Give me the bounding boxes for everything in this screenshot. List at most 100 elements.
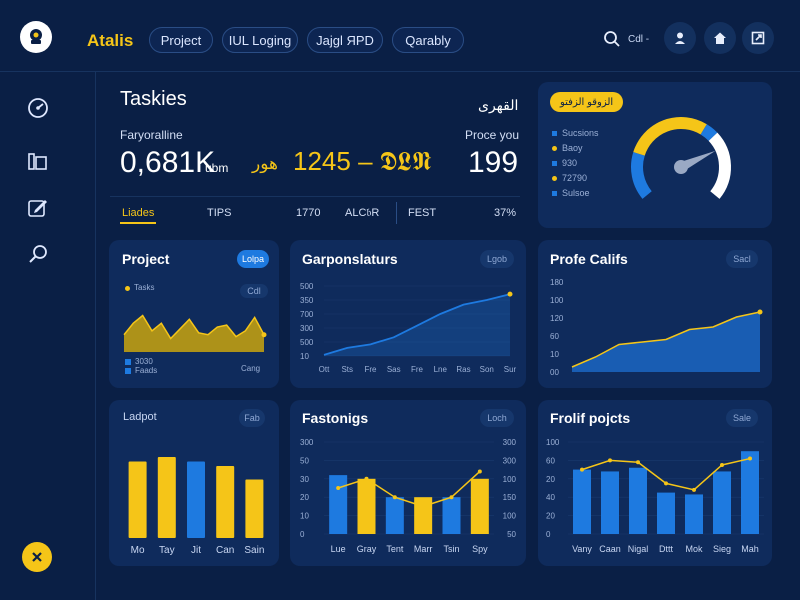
project-series-label: Tasks — [134, 283, 155, 292]
profe-ytick: 120 — [550, 314, 564, 323]
frolif-bar — [629, 467, 647, 534]
garp-xtick: Ott — [319, 365, 330, 374]
user-icon[interactable] — [664, 22, 696, 54]
nav-jajgl[interactable]: Jajgl ЯPD — [307, 27, 383, 53]
nav-qarably[interactable]: Qarably — [392, 27, 464, 53]
lapot-bar — [187, 461, 205, 538]
metric1-label: Faryoralline — [120, 128, 183, 142]
fast-ytick-right: 150 — [503, 493, 517, 502]
footer-tab-tips[interactable]: TIPS — [207, 207, 231, 219]
lapot-card-chip[interactable]: Fab — [239, 409, 265, 427]
fastonigs-card-title: Fastonigs — [302, 410, 369, 426]
footer-tab-active[interactable]: Liades — [122, 207, 154, 219]
lapot-bar — [128, 461, 147, 538]
gauge-legend-swatch — [552, 176, 557, 181]
dashboard-icon[interactable] — [24, 94, 52, 122]
app-name: Atalis — [87, 31, 134, 50]
frolif-xtick: Nigal — [628, 544, 649, 554]
garp-ytick: 10 — [300, 352, 309, 361]
summary-divider — [110, 196, 520, 197]
fast-xtick: Gray — [357, 544, 377, 554]
frolif-line-point — [608, 458, 612, 463]
close-icon — [32, 552, 42, 562]
frolif-xtick: Mok — [685, 544, 703, 554]
garp-xtick: Sur — [504, 365, 517, 374]
project-card: Project Lolpa Tasks Cdl 3030 Faads Cang — [109, 240, 279, 388]
gauge-legend-label: Sulsoe — [562, 188, 590, 198]
fast-xtick: Lue — [331, 544, 346, 554]
fastonigs-card: Fastonigs Loch 300 300 50 300 30 100 20 150 10 10… — [290, 400, 526, 566]
gauge-tag[interactable]: الزوقو الزفتو — [550, 92, 624, 112]
footer-tab-fest[interactable]: FEST — [408, 207, 436, 219]
project-legend-swatch-2 — [125, 368, 131, 374]
garp-xtick: Fre — [365, 365, 378, 374]
project-series-dot — [125, 286, 130, 291]
garp-line-chart: 500 350 700 300 500 10 Ott Sts Fre Sas Fre Lne Ras So… — [300, 282, 517, 374]
gauge-legend-swatch — [552, 131, 557, 136]
garp-card-chip[interactable]: Lgob — [480, 250, 514, 268]
search-sidebar-icon[interactable] — [24, 240, 52, 268]
project-card-title: Project — [122, 251, 170, 267]
garp-card: Garponslaturs Lgob 500 350 700 300 500 10 Ott S… — [290, 240, 526, 388]
fast-ytick: 50 — [300, 456, 309, 465]
fast-ytick: 10 — [300, 512, 309, 521]
frolif-bar — [601, 471, 619, 534]
garp-ytick: 700 — [300, 310, 314, 319]
footer-percent: 37% — [494, 207, 517, 219]
profe-card-chip[interactable]: Sacl — [726, 250, 758, 268]
fast-line-point — [336, 486, 341, 490]
metric3-value: 199 — [468, 146, 519, 179]
reports-icon[interactable] — [24, 147, 52, 175]
edit-icon[interactable] — [24, 194, 52, 222]
garp-ytick: 500 — [300, 282, 314, 291]
fast-ytick-right: 50 — [507, 530, 516, 539]
search-label[interactable]: Cdl - — [628, 34, 649, 45]
lapot-xtick: Tay — [159, 545, 175, 556]
footer-tab-alcr[interactable]: ALC𝔟R — [345, 207, 379, 220]
profe-ytick: 100 — [550, 296, 564, 305]
fast-xtick: Tent — [386, 544, 404, 554]
frolif-bar — [685, 494, 703, 534]
frolif-line-point — [692, 487, 696, 492]
nav-project[interactable]: Project — [149, 27, 213, 53]
project-legend-2: Faads — [135, 366, 158, 375]
home-icon[interactable] — [704, 22, 736, 54]
fastonigs-combo-chart: 300 300 50 300 30 100 20 150 10 100 0 50 Lue Gray Tent… — [300, 438, 517, 554]
frolif-xtick: Caan — [599, 544, 621, 554]
project-card-chip[interactable]: Lolpa — [237, 250, 269, 268]
gauge-legend-label: Sucsions — [562, 128, 599, 138]
frolif-xtick: Vany — [572, 544, 592, 554]
gauge-legend-label: 930 — [562, 158, 578, 168]
gauge-arc-blue — [631, 152, 652, 199]
profe-end-point — [757, 309, 763, 315]
frolif-card: Frolif pojcts Sale 100 60 20 40 20 0 Vany Caan N… — [538, 400, 772, 566]
logo-icon — [30, 29, 42, 44]
frolif-bar — [713, 471, 731, 534]
fast-line-point — [421, 504, 426, 509]
metric2-value: 1245 – 𝕯𝕷𝕹 — [293, 146, 432, 176]
summary-title: Taskies — [120, 88, 187, 110]
lapot-card: Ladpot Fab Mo Tay Jit Can Sain — [109, 400, 279, 566]
gauge-arc-blue-2 — [700, 124, 718, 142]
fast-ytick: 20 — [300, 493, 309, 502]
fast-bar — [357, 478, 376, 534]
share-icon[interactable] — [742, 22, 774, 54]
search-icon[interactable] — [603, 30, 621, 53]
frolif-ytick: 60 — [546, 456, 555, 465]
fast-ytick-right: 100 — [503, 512, 517, 521]
gauge-legend-swatch — [552, 161, 557, 166]
profe-ytick: 60 — [550, 332, 559, 341]
footer-value-1770: 1770 — [296, 207, 321, 219]
fast-line-point — [392, 495, 397, 500]
lapot-xtick: Mo — [131, 545, 145, 556]
project-chip2[interactable]: Cdl — [240, 284, 268, 298]
app-logo[interactable] — [20, 21, 52, 53]
garp-xtick: Son — [480, 365, 494, 374]
metric3-label: Proce you — [465, 128, 520, 142]
garp-xtick: Fre — [411, 365, 424, 374]
close-fab-button[interactable] — [22, 542, 52, 572]
fastonigs-card-chip[interactable]: Loch — [480, 409, 514, 427]
fast-line-point — [449, 495, 454, 500]
frolif-card-chip[interactable]: Sale — [726, 409, 758, 427]
nav-logging[interactable]: IUL Loging — [222, 27, 298, 53]
